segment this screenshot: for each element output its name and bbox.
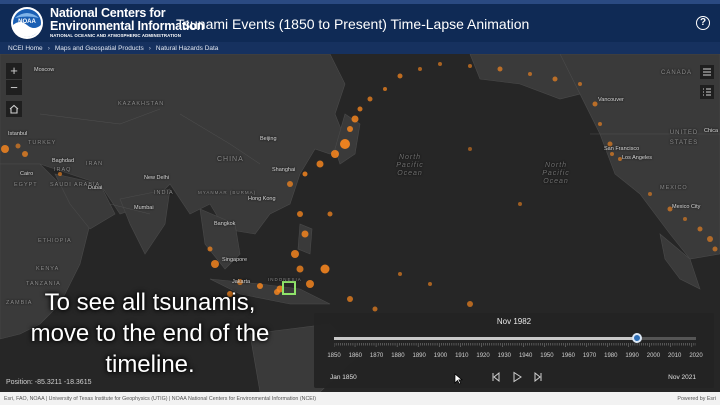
position-readout: Position: -85.3211 -18.3615 [6, 379, 92, 386]
map-country-india: INDIA [154, 190, 174, 196]
mouse-cursor-icon [454, 373, 463, 385]
map-country-indonesia: INDONESIA [268, 277, 302, 282]
app-title: Tsunami Events (1850 to Present) Time-La… [176, 16, 530, 32]
map-label-singapore: Singapore [222, 257, 248, 263]
map-country-canada: CANADA [661, 70, 693, 76]
attribution-text: Esri, FAO, NOAA | University of Texas In… [4, 395, 317, 402]
map-label-mexico-city: Mexico City [672, 204, 701, 210]
map-label-shanghai: Shanghai [272, 167, 296, 173]
time-slider-year-label: 2010 [668, 353, 682, 359]
map-label-bangkok: Bangkok [214, 221, 236, 227]
map-label-new-delhi: New Delhi [144, 175, 170, 181]
time-slider-year-label: 1920 [476, 353, 490, 359]
time-slider-start-label: Jan 1850 [330, 374, 357, 381]
time-slider-year-label: 1900 [433, 353, 448, 359]
map-country-china: CHINA [217, 156, 244, 163]
map-country-ethiopia: ETHIOPIA [38, 238, 72, 244]
attribution-bar: Esri, FAO, NOAA | University of Texas In… [0, 392, 720, 405]
time-slider-year-label: 1870 [369, 353, 384, 359]
noaa-logo-text: NOAA [18, 19, 36, 25]
next-icon[interactable] [532, 371, 544, 383]
app-root: NOAA National Centers for Environmental … [0, 0, 720, 405]
time-slider-ticks [334, 343, 696, 347]
breadcrumb-maps-geospatial[interactable]: Maps and Geospatial Products [55, 45, 144, 52]
previous-icon[interactable] [490, 371, 502, 383]
map-country-kenya: KENYA [36, 266, 60, 272]
map-ocean-north-pacific-west: North Pacific Ocean [396, 154, 424, 178]
map-country-united-states: UNITED STATES [669, 130, 699, 146]
map-label-chicago: Chica [704, 128, 719, 134]
map-country-kazakhstan: KAZAKHSTAN [118, 101, 165, 107]
map-country-mexico: MEXICO [660, 185, 688, 191]
time-slider-year-label: 1930 [497, 353, 512, 359]
org-subtitle: NATIONAL OCEANIC AND ATMOSPHERIC ADMINIS… [50, 33, 181, 39]
time-slider-controls [490, 371, 544, 383]
zoom-in-button[interactable]: + [6, 63, 22, 79]
caption-line-2: move to the end of the [30, 320, 270, 347]
map-country-saudi-arabia: SAUDI ARABIA [50, 182, 101, 188]
time-slider-year-label: 1940 [518, 353, 533, 359]
home-button[interactable] [5, 100, 23, 118]
instruction-caption: To see all tsunamis, move to the end of … [0, 287, 300, 380]
time-slider-year-label: 1970 [582, 353, 597, 359]
legend-list-icon [703, 88, 711, 96]
layer-list-button[interactable] [699, 64, 715, 80]
time-slider-year-label: 1990 [625, 353, 639, 359]
map-ocean-north-pacific-east: North Pacific Ocean [542, 162, 570, 186]
zoom-out-button[interactable]: − [6, 79, 22, 95]
time-slider-year-label: 2000 [646, 353, 661, 359]
time-slider-panel: Nov 1982 1850 1860 1870 1880 1890 1900 1910 192… [314, 313, 714, 388]
map-country-myanmar: MYANMAR (BURMA) [198, 190, 257, 195]
map-label-san-francisco: San Francisco [604, 146, 640, 152]
breadcrumb-chevron-icon: › [47, 44, 50, 52]
header-accent-bar [0, 0, 720, 4]
map-country-egypt: EGYPT [14, 182, 38, 188]
time-slider-year-labels: 1850 1860 1870 1880 1890 1900 1910 1920 1930 1940… [327, 353, 702, 361]
time-slider-fill [334, 337, 638, 340]
map-label-mumbai: Mumbai [134, 205, 154, 211]
powered-by-esri-link[interactable]: Powered by Esri [677, 396, 716, 402]
map-label-cairo: Cairo [20, 171, 34, 177]
breadcrumb-ncei-home[interactable]: NCEI Home [8, 45, 43, 52]
time-slider-year-label: 1960 [561, 353, 575, 359]
app-header: NOAA National Centers for Environmental … [0, 0, 720, 42]
map-label-vancouver: Vancouver [598, 97, 624, 103]
map-country-turkey: TURKEY [28, 140, 57, 146]
time-slider-track[interactable] [334, 333, 696, 343]
map-country-iraq: IRAQ [54, 167, 72, 173]
time-slider-year-label: 1980 [604, 353, 618, 359]
map-label-moscow: Moscow [34, 67, 55, 73]
map-label-jakarta: Jakarta [232, 279, 251, 285]
zoom-control: + − [5, 62, 23, 96]
hamburger-icon [703, 68, 711, 76]
time-slider-year-label: 1880 [391, 353, 405, 359]
time-slider-thumb[interactable] [632, 333, 643, 343]
noaa-logo-icon: NOAA [11, 7, 43, 39]
time-slider-year-label: 1850 [327, 353, 341, 359]
map-label-beijing: Beijing [260, 136, 277, 142]
map-country-iran: IRAN [86, 161, 104, 167]
time-slider-end-label: Nov 2021 [668, 374, 696, 381]
time-slider-year-label: 1890 [412, 353, 426, 359]
time-slider-year-label: 1950 [540, 353, 554, 359]
question-circle-icon[interactable]: ? [696, 16, 710, 30]
map-label-hong-kong: Hong Kong [248, 196, 276, 202]
ncei-logo-link[interactable]: NOAA National Centers for Environmental … [10, 6, 204, 40]
time-slider-current-date: Nov 1982 [496, 317, 532, 326]
breadcrumb-chevron-icon: › [148, 44, 151, 52]
map-label-baghdad: Baghdad [52, 158, 75, 164]
map-label-istanbul: Istanbul [8, 131, 28, 137]
home-icon [9, 104, 19, 114]
map-label-los-angeles: Los Angeles [622, 155, 652, 161]
time-slider-year-label: 1910 [455, 353, 469, 359]
play-icon[interactable] [511, 371, 523, 383]
time-slider-year-label: 2020 [689, 353, 703, 359]
time-slider-year-label: 1860 [348, 353, 362, 359]
caption-line-1: To see all tsunamis, [44, 289, 256, 316]
breadcrumb-natural-hazards[interactable]: Natural Hazards Data [156, 45, 219, 52]
caption-line-3: timeline. [105, 351, 195, 378]
legend-button[interactable] [699, 84, 715, 100]
breadcrumb: NCEI Home › Maps and Geospatial Products… [0, 42, 720, 54]
